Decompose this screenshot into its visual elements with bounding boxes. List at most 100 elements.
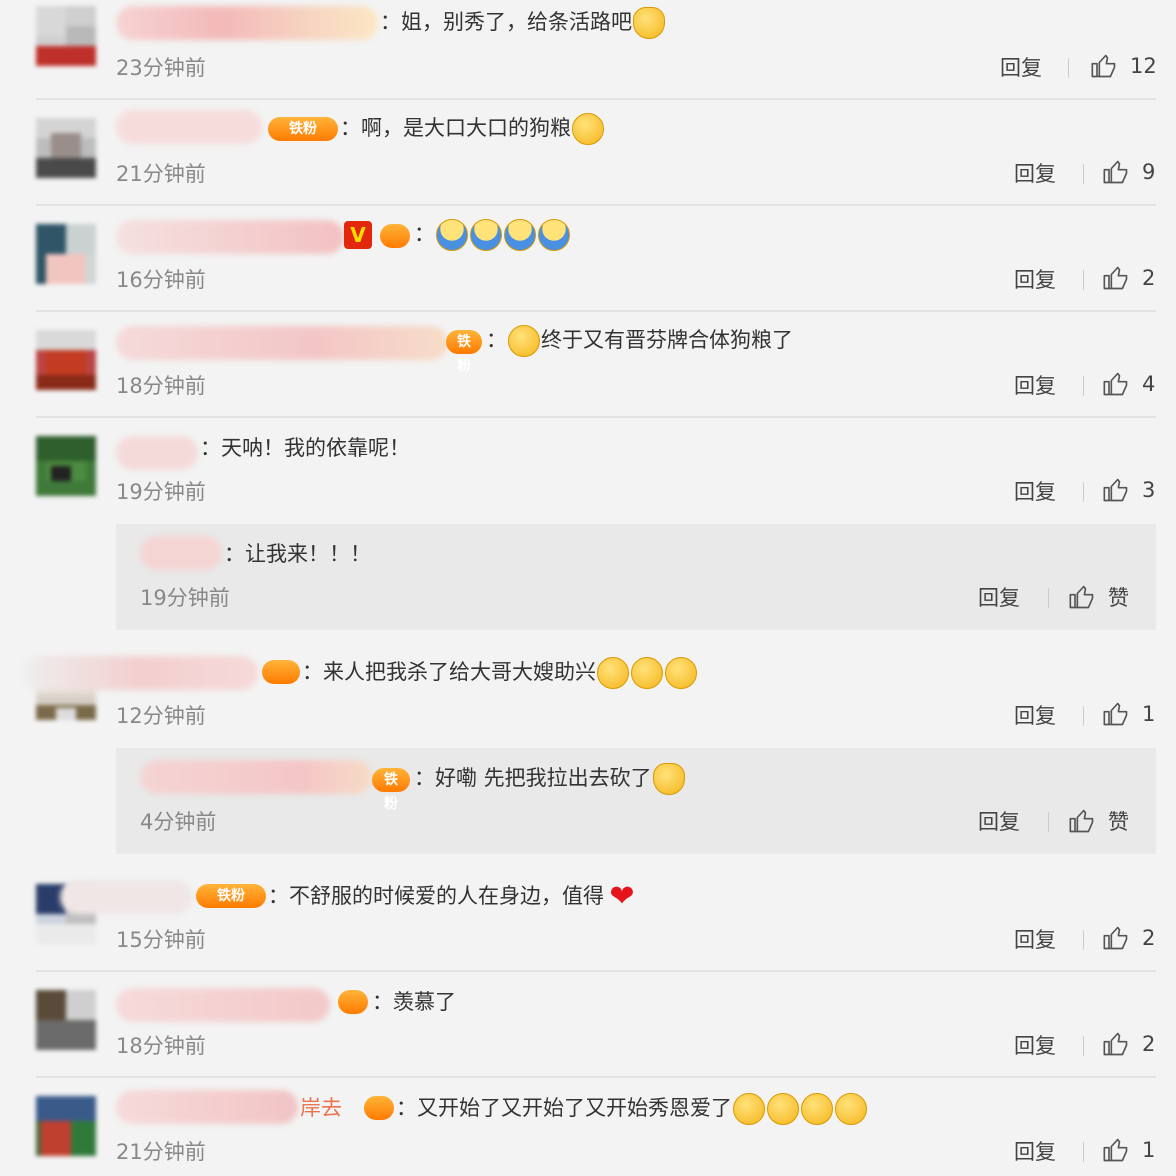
hug-emoji-icon [504, 219, 536, 251]
like-count: 2 [1142, 266, 1156, 290]
thumbs-up-icon [1103, 266, 1128, 290]
divider-vertical [1083, 376, 1084, 396]
cat-emoji-icon [665, 657, 697, 689]
like-count: 9 [1142, 160, 1156, 184]
avatar[interactable] [36, 1096, 96, 1156]
username[interactable] [116, 1090, 298, 1124]
comment-text: ：羡慕了 [372, 986, 456, 1018]
reply-button[interactable]: 回复 [1000, 54, 1042, 82]
username[interactable] [116, 220, 344, 254]
cat-emoji-icon [631, 657, 663, 689]
fan-badge [380, 224, 410, 248]
hug-emoji-icon [436, 219, 468, 251]
fan-badge: 铁粉 [372, 768, 410, 812]
divider-vertical [1048, 588, 1049, 608]
reply-button[interactable]: 回复 [978, 808, 1020, 836]
reply-text: ：让我来！！！ [224, 542, 371, 566]
timestamp: 16分钟前 [116, 268, 206, 292]
username[interactable] [116, 326, 448, 360]
thumbs-up-icon [1069, 809, 1094, 833]
like-button[interactable]: 1 [1102, 700, 1155, 728]
comment-text-content: 终于又有晋芬牌合体狗粮了 [541, 328, 793, 352]
reply-button[interactable]: 回复 [1014, 926, 1056, 954]
heart-emoji-icon: ❤ [609, 879, 635, 914]
grin-emoji-icon [572, 113, 604, 145]
comment-text: ：又开始了又开始了又开始秀恩爱了 [396, 1092, 868, 1125]
like-button[interactable]: 2 [1102, 924, 1155, 952]
like-button[interactable]: 9 [1102, 158, 1155, 186]
timestamp: 23分钟前 [116, 56, 206, 80]
fan-badge [338, 990, 368, 1014]
like-button[interactable]: 1 [1102, 1136, 1155, 1164]
thumbs-up-icon [1103, 926, 1128, 950]
hug-emoji-icon [470, 219, 502, 251]
username[interactable] [116, 436, 198, 470]
reply-button[interactable]: 回复 [1014, 266, 1056, 294]
like-button[interactable]: 3 [1102, 476, 1155, 504]
username[interactable] [22, 656, 258, 690]
smirk-emoji-icon [835, 1093, 867, 1125]
fan-badge: 铁粉 [268, 117, 338, 141]
avatar[interactable] [36, 330, 96, 390]
like-button[interactable]: 2 [1102, 1030, 1155, 1058]
username[interactable] [60, 880, 192, 914]
divider-vertical [1083, 270, 1084, 290]
divider-vertical [1048, 812, 1049, 832]
reply-box: ：让我来！！！ 19分钟前 回复 赞 [116, 524, 1156, 630]
username[interactable] [140, 536, 222, 570]
hug-emoji-icon [538, 219, 570, 251]
avatar[interactable] [36, 6, 96, 66]
divider [36, 1076, 1156, 1078]
like-count: 4 [1142, 372, 1156, 396]
reply-button[interactable]: 回复 [1014, 1138, 1056, 1166]
comment-text: ：来人把我杀了给大哥大嫂助兴 [302, 656, 698, 689]
avatar[interactable] [36, 224, 96, 284]
comment-text: ：啊，是大口大口的狗粮 [340, 112, 605, 145]
avatar[interactable] [36, 436, 96, 496]
comment-text: ： [414, 218, 571, 251]
divider [36, 970, 1156, 972]
thumbs-up-icon [1069, 585, 1094, 609]
username[interactable] [116, 988, 330, 1022]
avatar[interactable] [36, 118, 96, 178]
timestamp: 4分钟前 [140, 810, 217, 834]
reply-button[interactable]: 回复 [1014, 478, 1056, 506]
reply-button[interactable]: 回复 [1014, 372, 1056, 400]
divider-vertical [1083, 706, 1084, 726]
fan-badge: 铁粉 [446, 330, 482, 374]
comment-text-content: ：来人把我杀了给大哥大嫂助兴 [302, 660, 596, 684]
like-count: 12 [1130, 54, 1157, 78]
comment-text-content: ：天呐！我的依靠呢！ [200, 436, 410, 460]
username[interactable] [116, 6, 378, 40]
timestamp: 18分钟前 [116, 374, 206, 398]
thumbs-up-icon [1103, 1032, 1128, 1056]
reply-button[interactable]: 回复 [1014, 160, 1056, 188]
username-fragment: 岸去 [300, 1096, 342, 1120]
thumbs-up-icon [1103, 702, 1128, 726]
comment-text-content: ：羡慕了 [372, 990, 456, 1014]
like-button[interactable]: 赞 [1068, 806, 1129, 836]
timestamp: 19分钟前 [116, 480, 206, 504]
username[interactable] [116, 110, 262, 144]
comment-text: ：不舒服的时候爱的人在身边，值得 ❤ [268, 880, 640, 912]
like-button[interactable]: 12 [1090, 52, 1157, 80]
comment-text-content: ：不舒服的时候爱的人在身边，值得 [268, 884, 604, 908]
cover-face-emoji-icon [801, 1093, 833, 1125]
cover-face-emoji-icon [767, 1093, 799, 1125]
timestamp: 15分钟前 [116, 928, 206, 952]
thumbs-up-icon [1103, 1138, 1128, 1162]
comment-text-content: ：啊，是大口大口的狗粮 [340, 116, 571, 140]
thumbs-up-icon [1103, 372, 1128, 396]
cat-emoji-icon [597, 657, 629, 689]
reply-button[interactable]: 回复 [1014, 1032, 1056, 1060]
username[interactable] [140, 760, 372, 794]
like-count: 1 [1142, 702, 1156, 726]
like-button[interactable]: 赞 [1068, 582, 1129, 612]
like-button[interactable]: 4 [1102, 370, 1155, 398]
reply-button[interactable]: 回复 [978, 584, 1020, 612]
comment-text-content: ： [414, 222, 435, 246]
divider [36, 416, 1156, 418]
avatar[interactable] [36, 990, 96, 1050]
like-button[interactable]: 2 [1102, 264, 1155, 292]
reply-button[interactable]: 回复 [1014, 702, 1056, 730]
